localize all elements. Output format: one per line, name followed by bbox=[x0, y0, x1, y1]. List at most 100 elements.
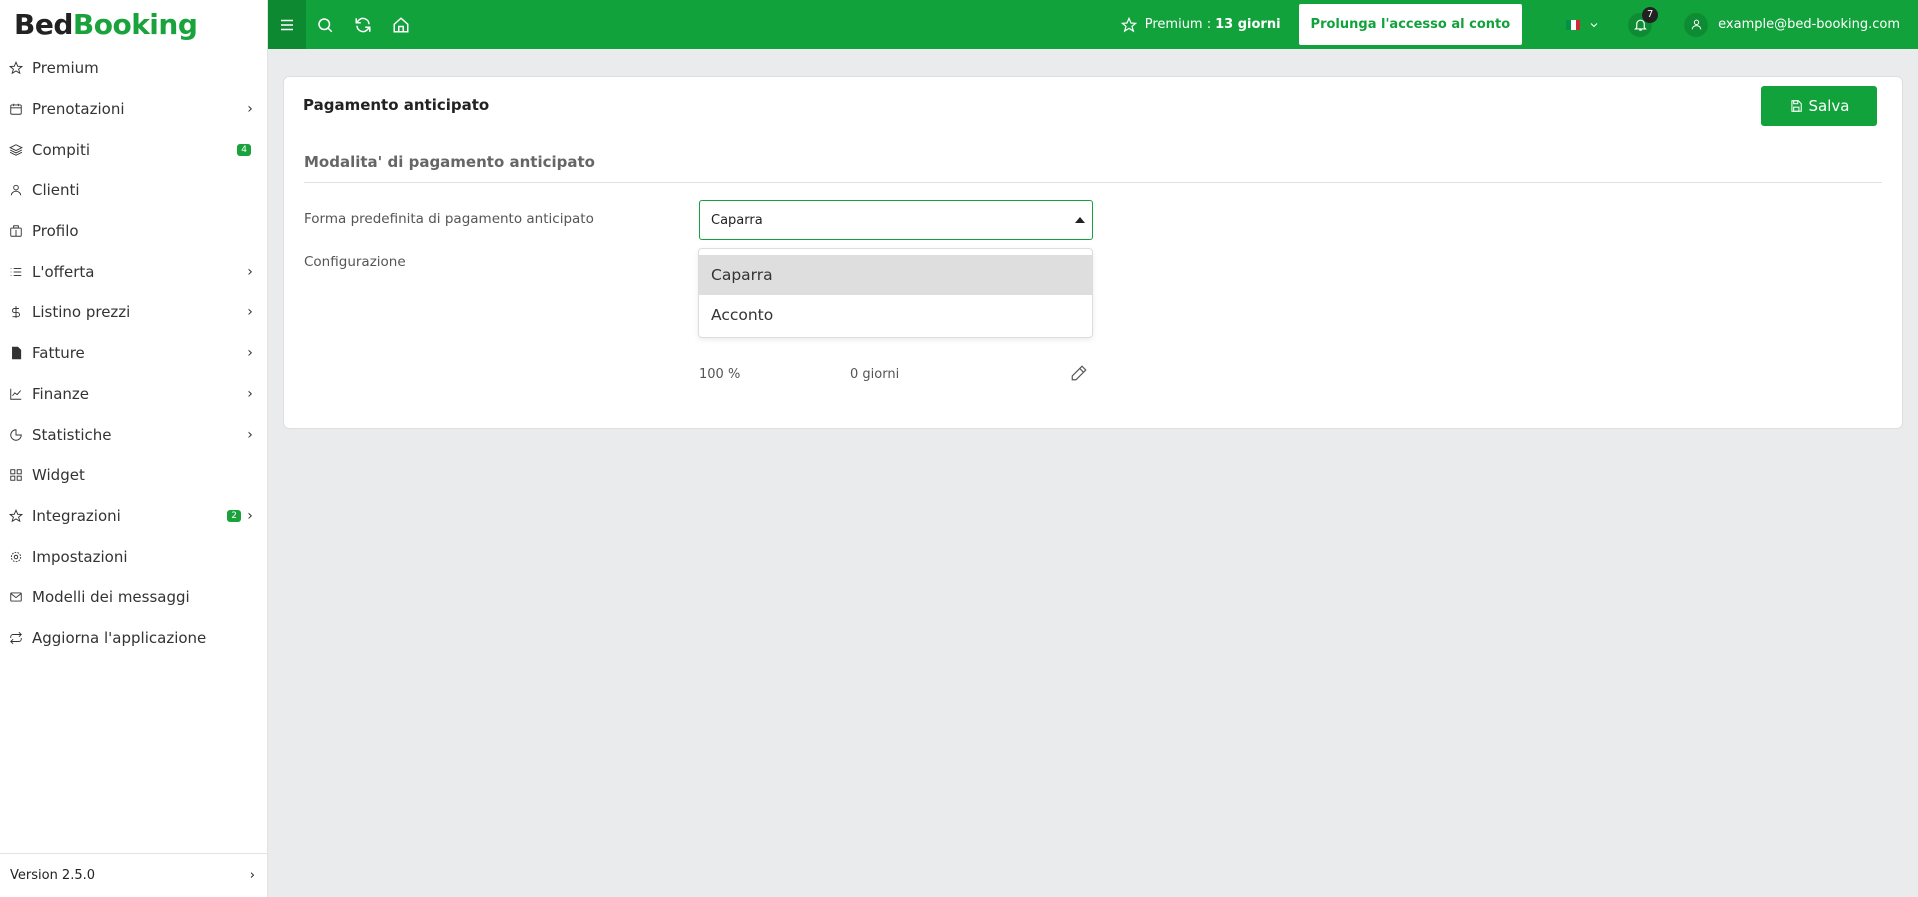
caret-up-icon bbox=[1075, 217, 1085, 223]
star-icon bbox=[8, 508, 24, 524]
language-selector[interactable] bbox=[1566, 19, 1600, 31]
count-badge: 2 bbox=[227, 509, 241, 522]
logo-part-bed: Bed bbox=[14, 7, 73, 41]
config-percent-value: 100 % bbox=[699, 367, 741, 382]
premium-status[interactable]: Premium : 13 giorni bbox=[1120, 16, 1281, 33]
refresh-icon bbox=[8, 630, 24, 646]
section-title: Modalita' di pagamento anticipato bbox=[304, 153, 595, 171]
default-payment-select[interactable]: Caparra bbox=[699, 200, 1093, 240]
sidebar-item-label: Finanze bbox=[32, 384, 90, 403]
chevron-right-icon: › bbox=[247, 426, 253, 443]
section-divider bbox=[304, 182, 1882, 183]
sidebar-item-clienti[interactable]: Clienti bbox=[0, 170, 267, 211]
avatar bbox=[1684, 12, 1709, 37]
sidebar-item-label: Impostazioni bbox=[32, 547, 128, 566]
mail-icon bbox=[8, 589, 24, 605]
sidebar-item-statistiche[interactable]: Statistiche › bbox=[0, 414, 267, 455]
refresh-button[interactable] bbox=[344, 0, 382, 49]
top-bar: Premium : 13 giorni Prolunga l'accesso a… bbox=[268, 0, 1918, 49]
search-icon bbox=[318, 17, 333, 32]
chevron-right-icon: › bbox=[247, 345, 253, 362]
chart-icon bbox=[8, 386, 24, 402]
notifications-button[interactable]: 7 bbox=[1628, 6, 1659, 37]
sidebar-item-label: Prenotazioni bbox=[32, 100, 125, 119]
sidebar-item-prenotazioni[interactable]: Prenotazioni › bbox=[0, 89, 267, 130]
sidebar-item-premium[interactable]: Premium bbox=[0, 48, 267, 89]
sidebar-item-compiti[interactable]: Compiti 4 bbox=[0, 129, 267, 170]
layers-icon bbox=[8, 142, 24, 158]
sidebar-item-label: L'offerta bbox=[32, 262, 95, 281]
chevron-right-icon: › bbox=[247, 507, 253, 524]
logo[interactable]: Bed Booking bbox=[0, 0, 267, 48]
invoice-icon bbox=[8, 345, 24, 361]
sidebar-item-label: Widget bbox=[32, 466, 85, 485]
sidebar-item-label: Profilo bbox=[32, 222, 79, 241]
sidebar: Bed Booking Premium Prenotazioni › Compit… bbox=[0, 0, 268, 897]
chevron-down-icon bbox=[1590, 22, 1598, 27]
user-icon bbox=[1691, 19, 1701, 30]
sidebar-item-integrazioni[interactable]: Integrazioni 2 › bbox=[0, 496, 267, 537]
home-button[interactable] bbox=[382, 0, 420, 49]
sidebar-item-modelli-messaggi[interactable]: Modelli dei messaggi bbox=[0, 577, 267, 618]
gear-icon bbox=[8, 549, 24, 565]
user-menu[interactable]: example@bed-booking.com bbox=[1684, 12, 1900, 37]
save-icon bbox=[1790, 100, 1802, 112]
save-button-label: Salva bbox=[1808, 97, 1850, 115]
extend-access-button[interactable]: Prolunga l'accesso al conto bbox=[1298, 4, 1523, 45]
menu-toggle-button[interactable] bbox=[268, 0, 306, 49]
sidebar-item-label: Fatture bbox=[32, 344, 85, 363]
sidebar-item-label: Listino prezzi bbox=[32, 303, 131, 322]
sidebar-item-profilo[interactable]: Profilo bbox=[0, 211, 267, 252]
italy-flag-icon bbox=[1566, 19, 1581, 30]
chevron-right-icon: › bbox=[247, 101, 253, 118]
user-email: example@bed-booking.com bbox=[1718, 17, 1900, 32]
sidebar-item-impostazioni[interactable]: Impostazioni bbox=[0, 536, 267, 577]
pencil-icon bbox=[1071, 365, 1087, 381]
star-icon bbox=[1120, 16, 1137, 32]
search-button[interactable] bbox=[306, 0, 344, 49]
sidebar-item-fatture[interactable]: Fatture › bbox=[0, 333, 267, 374]
chevron-right-icon: › bbox=[249, 868, 255, 883]
chevron-right-icon: › bbox=[247, 263, 253, 280]
refresh-icon bbox=[355, 17, 371, 32]
hamburger-icon bbox=[281, 19, 293, 30]
sidebar-item-label: Statistiche bbox=[32, 425, 112, 444]
sidebar-item-label: Compiti bbox=[32, 140, 91, 159]
list-icon bbox=[8, 264, 24, 280]
sidebar-item-offerta[interactable]: L'offerta › bbox=[0, 251, 267, 292]
logo-part-booking: Booking bbox=[72, 7, 198, 41]
pie-icon bbox=[8, 427, 24, 443]
sidebar-item-label: Modelli dei messaggi bbox=[32, 588, 190, 607]
sidebar-item-label: Clienti bbox=[32, 181, 80, 200]
sidebar-item-aggiorna[interactable]: Aggiorna l'applicazione bbox=[0, 618, 267, 659]
chevron-right-icon: › bbox=[247, 304, 253, 321]
version-footer[interactable]: Version 2.5.0 › bbox=[0, 853, 267, 897]
page-title: Pagamento anticipato bbox=[303, 96, 490, 114]
building-icon bbox=[8, 223, 24, 239]
version-label: Version 2.5.0 bbox=[10, 868, 96, 883]
sidebar-item-widget[interactable]: Widget bbox=[0, 455, 267, 496]
chevron-right-icon: › bbox=[247, 385, 253, 402]
sidebar-item-label: Aggiorna l'applicazione bbox=[32, 628, 207, 647]
dollar-icon bbox=[8, 304, 24, 320]
dropdown-option-acconto[interactable]: Acconto bbox=[699, 295, 1092, 335]
calendar-icon bbox=[8, 101, 24, 117]
sidebar-item-label: Premium bbox=[32, 59, 99, 78]
save-button[interactable]: Salva bbox=[1761, 86, 1877, 126]
home-icon bbox=[393, 16, 409, 32]
default-payment-label: Forma predefinita di pagamento anticipat… bbox=[304, 211, 594, 227]
sidebar-item-label: Integrazioni bbox=[32, 506, 121, 525]
advance-payment-card: Pagamento anticipato Salva Modalita' di … bbox=[283, 76, 1903, 429]
premium-label: Premium : bbox=[1144, 17, 1212, 32]
count-badge: 4 bbox=[237, 143, 251, 156]
notification-count-badge: 7 bbox=[1642, 6, 1659, 23]
sidebar-nav: Premium Prenotazioni › Compiti 4 Clienti… bbox=[0, 48, 267, 658]
premium-days: 13 giorni bbox=[1215, 17, 1281, 32]
edit-button[interactable] bbox=[1070, 364, 1088, 382]
dropdown-option-caparra[interactable]: Caparra bbox=[699, 255, 1092, 295]
sidebar-item-listino-prezzi[interactable]: Listino prezzi › bbox=[0, 292, 267, 333]
select-value: Caparra bbox=[711, 212, 763, 228]
sidebar-item-finanze[interactable]: Finanze › bbox=[0, 374, 267, 415]
config-days-value: 0 giorni bbox=[850, 367, 900, 382]
star-icon bbox=[8, 60, 24, 76]
